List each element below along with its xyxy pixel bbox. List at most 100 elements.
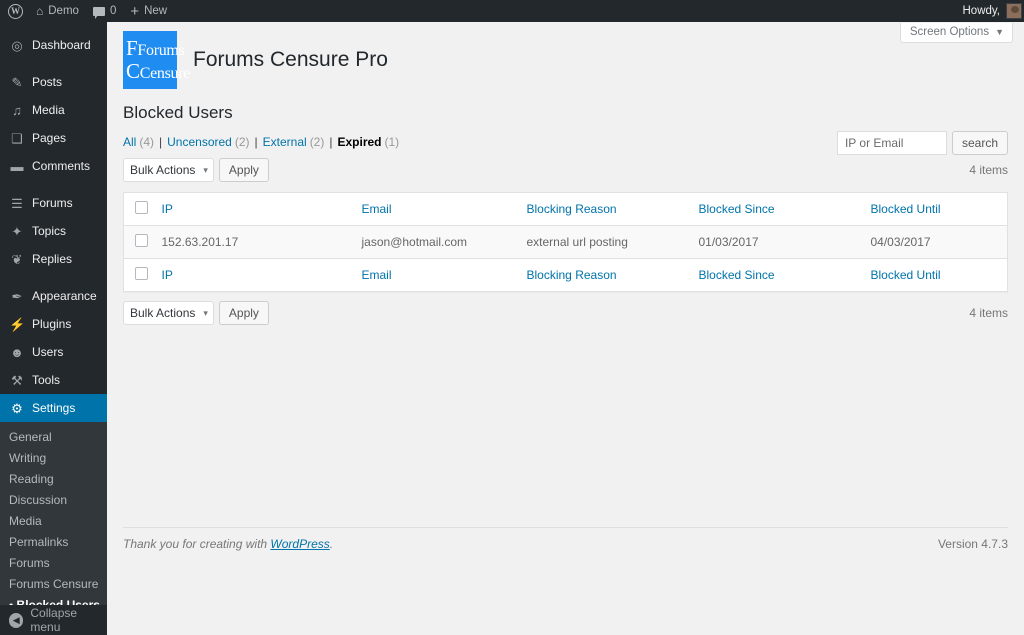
avatar (1006, 3, 1022, 19)
row-select-cell[interactable] (123, 225, 152, 259)
replies-icon: ❦ (11, 251, 23, 267)
submenu-item-reading[interactable]: Reading (0, 469, 107, 490)
submenu-item-general[interactable]: General (0, 427, 107, 448)
page-header: FForums CCensure Forums Censure Pro (107, 22, 1024, 89)
column-header-blocked-since[interactable]: Blocked Since (688, 192, 861, 226)
comment-icon: ▬ (10, 158, 24, 174)
table-foot: IP Email Blocking Reason Blocked Since B… (123, 258, 1008, 292)
sidebar-item-comments[interactable]: ▬ Comments (0, 152, 107, 180)
select-all-header[interactable] (123, 192, 152, 226)
new-content-menu[interactable]: + New (123, 0, 174, 22)
settings-icon: ⚙ (11, 400, 23, 416)
filter-external-count: (2) (309, 135, 325, 149)
sidebar-item-label: Topics (32, 224, 67, 238)
sidebar-item-tools[interactable]: ⚒ Tools (0, 366, 107, 394)
filter-separator: | (329, 135, 333, 149)
cell-blocking-reason: external url posting (516, 225, 689, 259)
settings-submenu: General Writing Reading Discussion Media… (0, 422, 107, 623)
column-footer-blocking-reason[interactable]: Blocking Reason (516, 258, 689, 292)
admin-bar: W ⌂ Demo 0 + New Howdy, (0, 0, 1024, 22)
wordpress-logo-icon: W (8, 3, 23, 19)
submenu-item-discussion[interactable]: Discussion (0, 490, 107, 511)
admin-sidebar: ◎ Dashboard ✎ Posts ♫ Media ❏ Pages ▬ Co… (0, 22, 107, 635)
table-body: 152.63.201.17 jason@hotmail.com external… (123, 225, 1008, 259)
account-menu[interactable]: Howdy, (963, 3, 1024, 19)
filter-external[interactable]: External (2) | (263, 135, 338, 149)
apply-button-top[interactable]: Apply (218, 158, 269, 182)
column-footer-email[interactable]: Email (351, 258, 517, 292)
logo-line-1: Forums (137, 42, 185, 60)
sidebar-item-posts[interactable]: ✎ Posts (0, 68, 107, 96)
column-footer-blocked-until[interactable]: Blocked Until (860, 258, 1008, 292)
select-all-footer[interactable] (123, 258, 152, 292)
tablenav-top: Bulk Actions ▾ Apply 4 items (123, 158, 1008, 182)
bulk-actions-select-top[interactable]: Bulk Actions ▾ (123, 158, 214, 182)
filter-all[interactable]: All (4) | (123, 135, 167, 149)
media-icon: ♫ (12, 102, 22, 118)
filter-all-link[interactable]: All (123, 135, 136, 149)
submenu-item-forums-censure[interactable]: Forums Censure (0, 574, 107, 595)
footer-version: Version 4.7.3 (937, 537, 1008, 551)
screen-options-button[interactable]: Screen Options ▼ (899, 23, 1013, 43)
user-icon: ☻ (10, 344, 24, 360)
row-checkbox[interactable] (135, 234, 148, 247)
submenu-item-forums[interactable]: Forums (0, 553, 107, 574)
items-count-top: 4 items (969, 163, 1008, 177)
select-all-checkbox[interactable] (135, 201, 148, 214)
table-row[interactable]: 152.63.201.17 jason@hotmail.com external… (123, 225, 1008, 259)
filter-separator: | (254, 135, 258, 149)
sidebar-item-settings[interactable]: ⚙ Settings (0, 394, 107, 422)
filter-external-link[interactable]: External (263, 135, 307, 149)
dashboard-icon: ◎ (11, 37, 23, 53)
column-header-blocking-reason[interactable]: Blocking Reason (516, 192, 689, 226)
sidebar-item-plugins[interactable]: ⚡ Plugins (0, 310, 107, 338)
screen-options-label: Screen Options (909, 26, 990, 38)
sidebar-item-dashboard[interactable]: ◎ Dashboard (0, 31, 107, 59)
site-name-label: Demo (48, 5, 79, 17)
column-header-ip[interactable]: IP (151, 192, 352, 226)
bulk-actions-label: Bulk Actions (130, 163, 196, 177)
cell-blocked-since: 01/03/2017 (688, 225, 861, 259)
filter-expired[interactable]: Expired (1) (337, 135, 399, 149)
filter-uncensored-link[interactable]: Uncensored (167, 135, 232, 149)
chevron-down-icon: ▼ (995, 27, 1004, 37)
sidebar-item-forums[interactable]: ☰ Forums (0, 189, 107, 217)
sidebar-item-label: Plugins (32, 317, 72, 331)
topics-icon: ✦ (11, 223, 23, 239)
sidebar-item-topics[interactable]: ✦ Topics (0, 217, 107, 245)
search-button[interactable]: search (951, 131, 1008, 155)
menu-spacer-1 (0, 59, 107, 68)
comments-bubble[interactable]: 0 (86, 0, 123, 22)
search-input[interactable] (836, 131, 947, 155)
submenu-item-writing[interactable]: Writing (0, 448, 107, 469)
sidebar-item-media[interactable]: ♫ Media (0, 96, 107, 124)
table-header-row: IP Email Blocking Reason Blocked Since B… (123, 192, 1008, 226)
submenu-item-permalinks[interactable]: Permalinks (0, 532, 107, 553)
collapse-arrow-icon: ◀ (9, 612, 24, 628)
menu-spacer-3 (0, 273, 107, 282)
column-footer-blocked-since[interactable]: Blocked Since (688, 258, 861, 292)
bulk-actions-select-bottom[interactable]: Bulk Actions ▾ (123, 301, 214, 325)
chevron-down-icon: ▾ (203, 307, 208, 318)
wp-logo-menu[interactable]: W (0, 0, 29, 22)
apply-button-bottom[interactable]: Apply (218, 301, 269, 325)
collapse-menu-button[interactable]: ◀ Collapse menu (0, 605, 107, 635)
filter-uncensored-count: (2) (234, 135, 250, 149)
sidebar-item-pages[interactable]: ❏ Pages (0, 124, 107, 152)
column-header-blocked-until[interactable]: Blocked Until (860, 192, 1008, 226)
site-name-menu[interactable]: ⌂ Demo (29, 0, 86, 22)
submenu-item-media[interactable]: Media (0, 511, 107, 532)
sidebar-item-replies[interactable]: ❦ Replies (0, 245, 107, 273)
filter-uncensored[interactable]: Uncensored (2) | (167, 135, 263, 149)
table-head: IP Email Blocking Reason Blocked Since B… (123, 192, 1008, 226)
select-all-checkbox-footer[interactable] (135, 267, 148, 280)
column-footer-ip[interactable]: IP (151, 258, 352, 292)
sidebar-item-appearance[interactable]: ✒ Appearance (0, 282, 107, 310)
sidebar-item-label: Dashboard (32, 38, 91, 52)
sidebar-item-label: Users (32, 345, 64, 359)
sidebar-item-users[interactable]: ☻ Users (0, 338, 107, 366)
column-header-email[interactable]: Email (351, 192, 517, 226)
logo-line-2: Censure (139, 65, 191, 82)
filter-expired-link[interactable]: Expired (337, 135, 381, 149)
wordpress-link[interactable]: WordPress (270, 537, 329, 551)
